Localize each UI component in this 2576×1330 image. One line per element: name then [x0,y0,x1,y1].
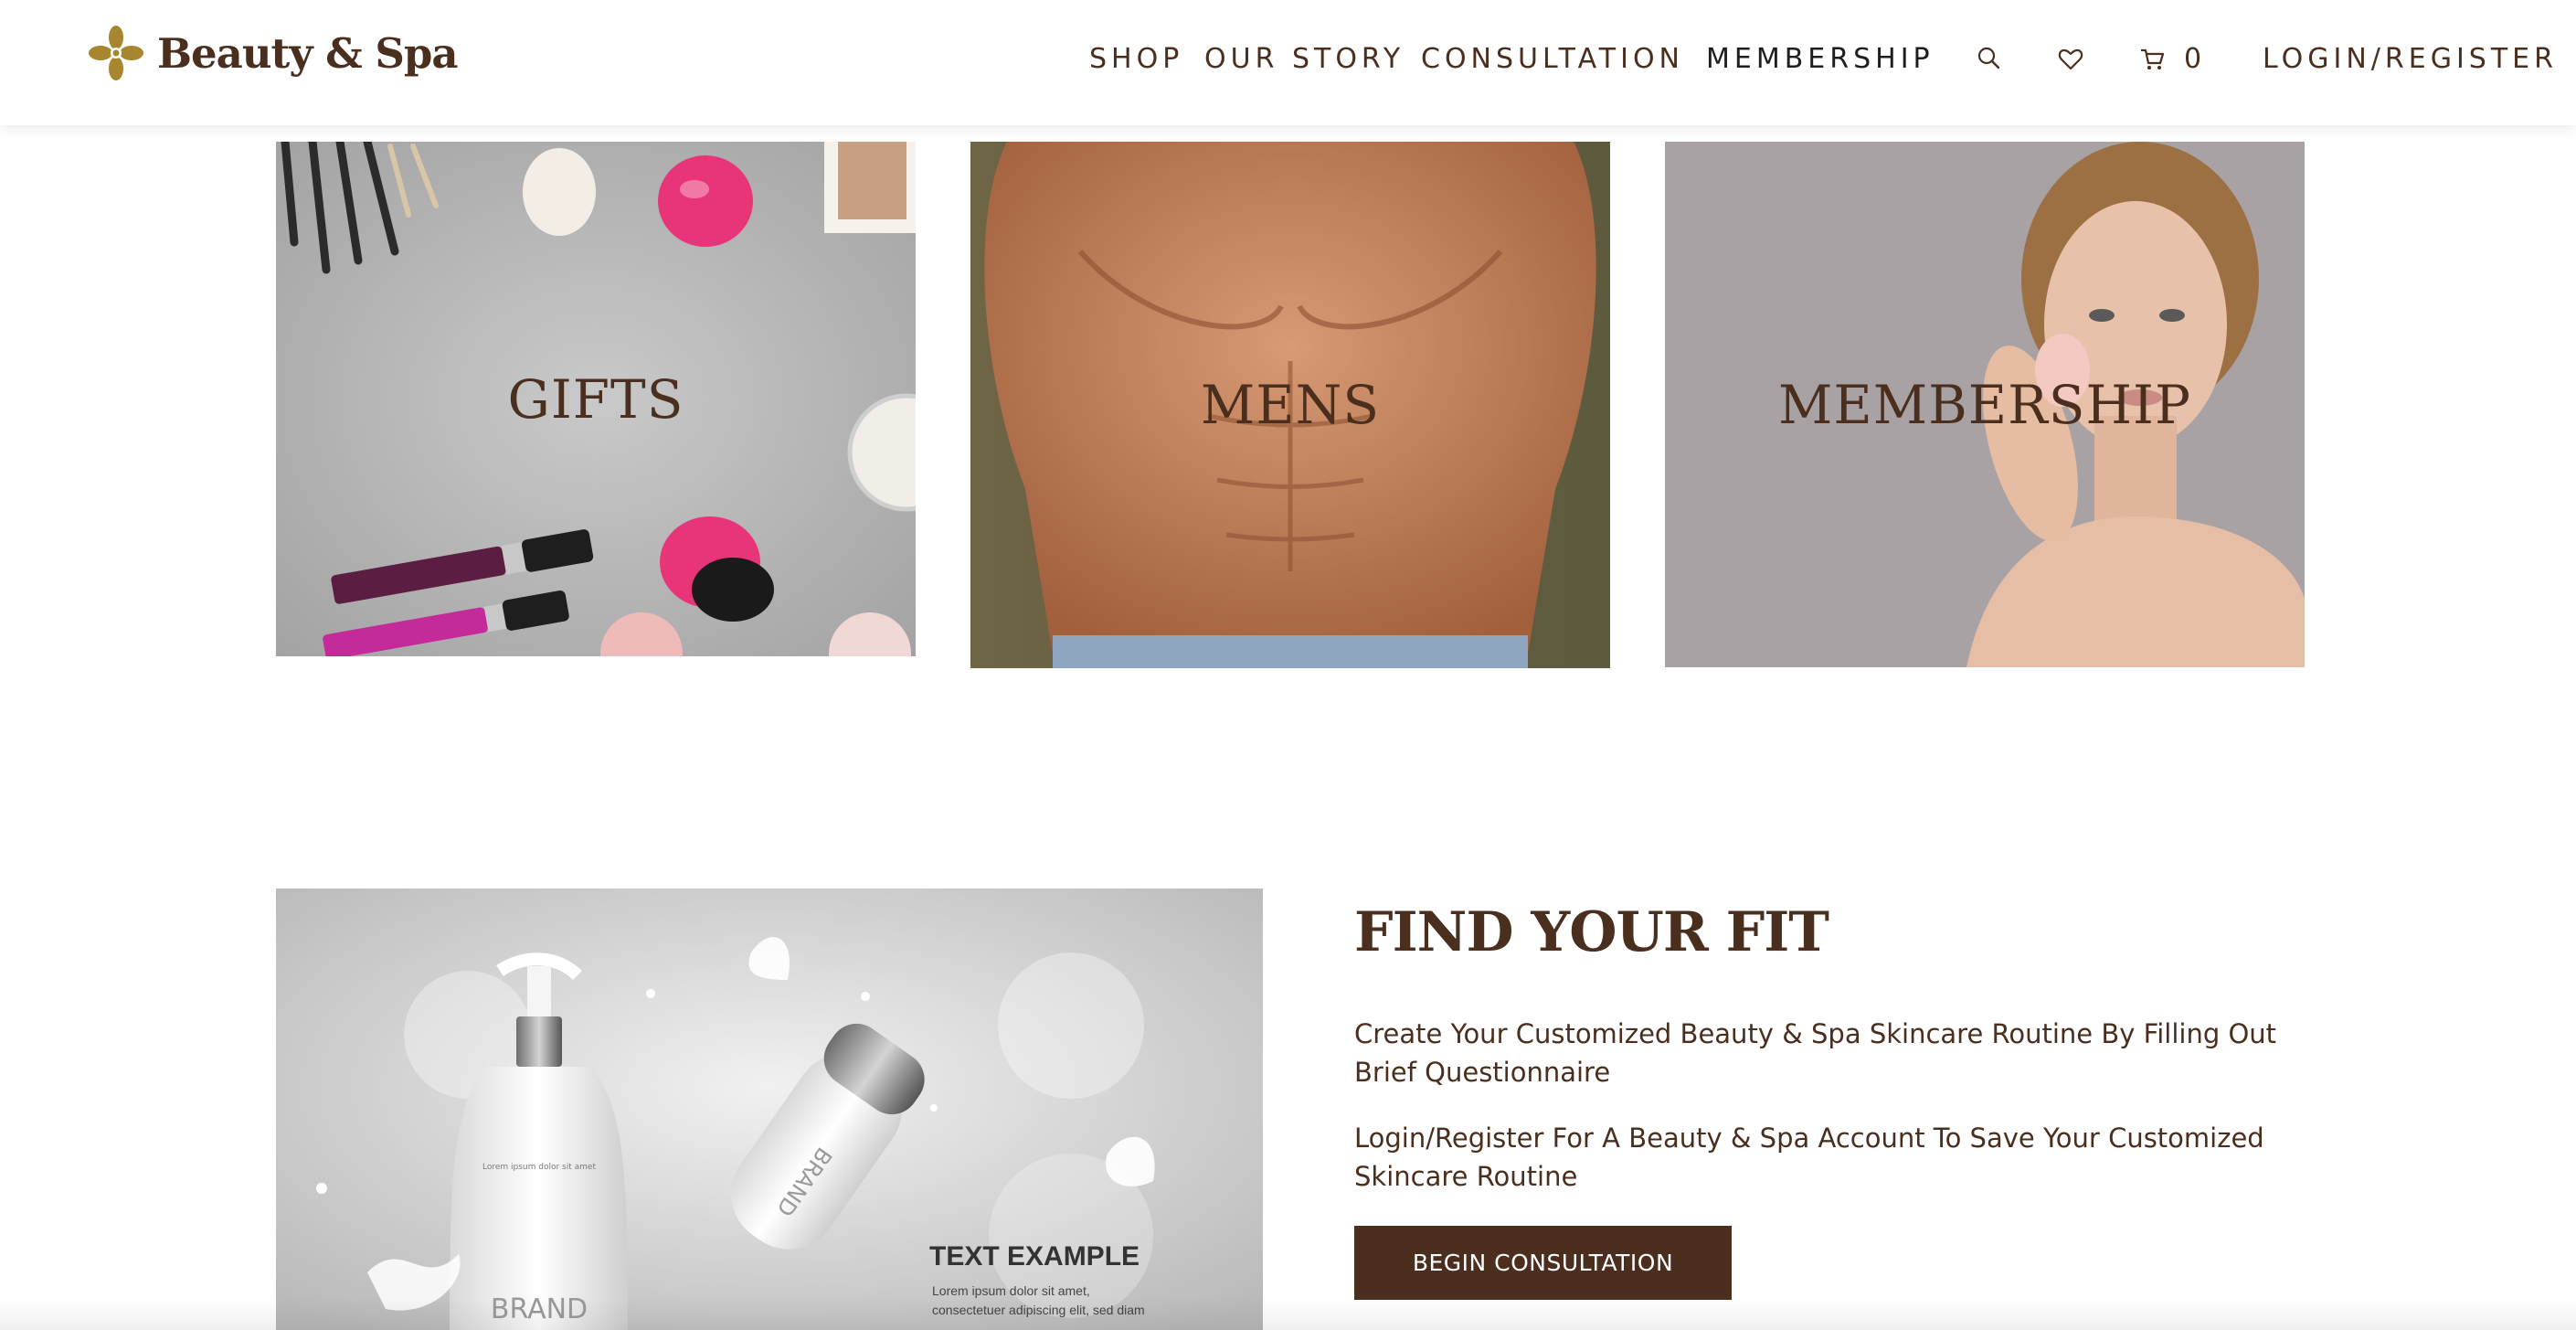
promo-product-image: BRAND Lorem ipsum dolor sit amet BRAND T… [276,888,1263,1330]
category-tile-gifts[interactable]: GIFTS [276,142,916,656]
nav-membership[interactable]: MEMBERSHIP [1706,37,1935,82]
search-icon[interactable] [1974,44,2005,75]
category-tile-membership[interactable]: MEMBERSHIP [1665,142,2305,667]
nav-our-story[interactable]: OUR STORY [1204,37,1405,82]
heart-icon[interactable] [2055,44,2086,75]
find-your-fit-title: FIND YOUR FIT [1354,900,1829,964]
logo[interactable]: Beauty & Spa [88,22,459,84]
nav-shop[interactable]: SHOP [1089,37,1183,82]
cart-icon[interactable] [2137,44,2168,75]
bottle-small-text: Lorem ipsum dolor sit amet [482,1163,596,1172]
cart-count: 0 [2184,43,2202,75]
category-label-mens: MENS [1200,374,1381,436]
promo-body-line-1: Lorem ipsum dolor sit amet, [932,1283,1090,1298]
promo-body-line-2: consectetuer adipiscing elit, sed diam [932,1303,1145,1317]
login-register-link[interactable]: LOGIN/REGISTER [2263,37,2558,82]
category-label-gifts: GIFTS [507,367,684,431]
nav-consultation[interactable]: CONSULTATION [1421,37,1684,82]
flower-icon [89,26,143,80]
begin-consultation-button[interactable]: BEGIN CONSULTATION [1354,1226,1732,1300]
skincare-bottles-illustration: BRAND Lorem ipsum dolor sit amet BRAND T… [276,888,1263,1330]
brand-name: Beauty & Spa [157,28,459,78]
category-tile-mens[interactable]: MENS [970,142,1610,668]
promo-headline: TEXT EXAMPLE [929,1241,1140,1271]
bottle-brand-text: BRAND [491,1293,588,1325]
site-header: Beauty & Spa SHOP OUR STORY CONSULTATION… [0,0,2576,125]
category-label-membership: MEMBERSHIP [1778,373,2191,436]
find-fit-paragraph-1: Create Your Customized Beauty & Spa Skin… [1354,1018,2277,1088]
find-fit-paragraph-2: Login/Register For A Beauty & Spa Accoun… [1354,1123,2264,1192]
